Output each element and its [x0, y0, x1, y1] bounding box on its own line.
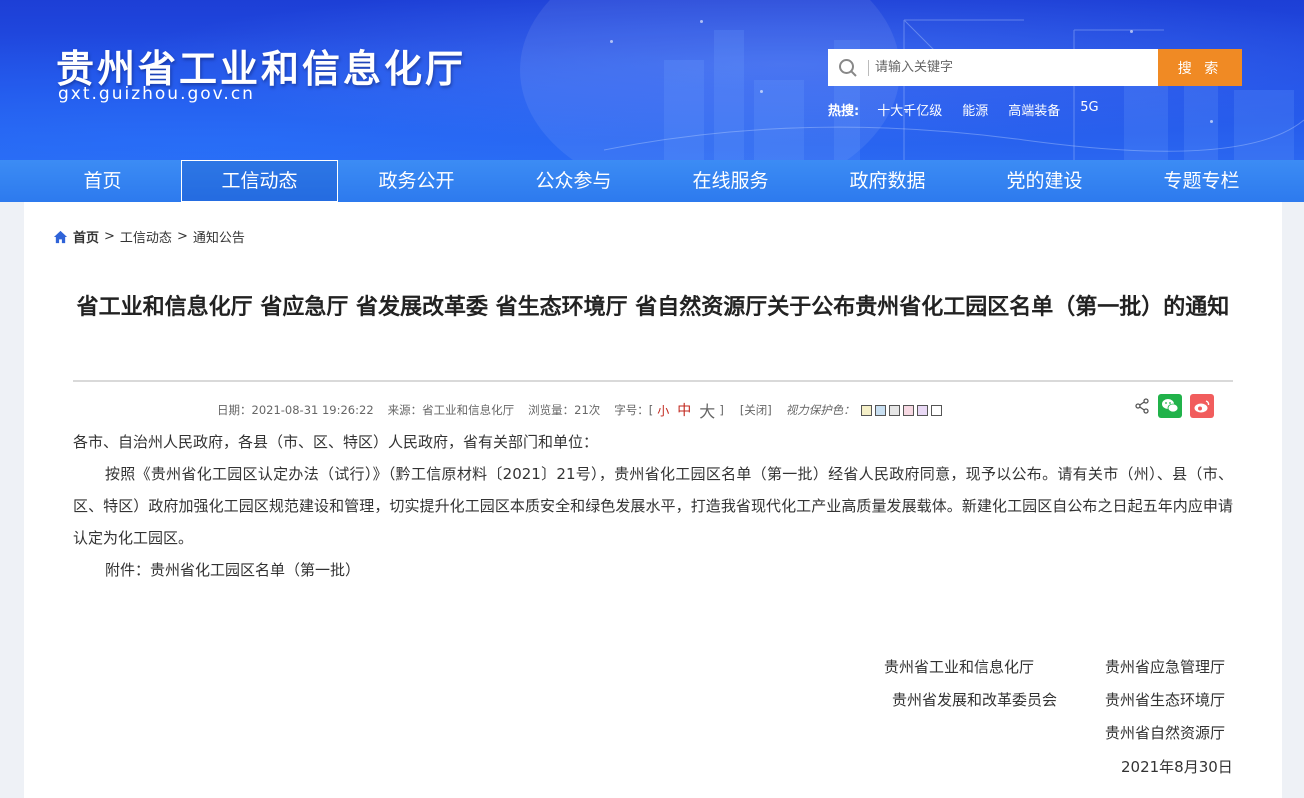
eye-care-swatch-blue[interactable] — [874, 404, 886, 416]
hot-search-label: 热搜: — [828, 104, 860, 119]
hot-search: 热搜: 十大千亿级 能源 高端装备 5G — [828, 100, 1099, 119]
font-size-label: 字号：[ — [614, 403, 654, 417]
eye-care-label: 视力保护色： — [785, 403, 855, 417]
close-window-link[interactable]: [关闭] — [740, 402, 772, 418]
font-size-medium[interactable]: 中 — [677, 400, 691, 420]
sparkle — [760, 90, 763, 93]
sparkle — [610, 40, 613, 43]
wechat-share-icon[interactable] — [1158, 394, 1182, 418]
publish-date: 日期：2021-08-31 19:26:22 — [217, 403, 374, 417]
share-icon[interactable] — [1134, 398, 1150, 414]
view-count: 浏览量：21次 — [528, 403, 601, 417]
article-meta: 日期：2021-08-31 19:26:22 来源：省工业和信息化厅 浏览量：2… — [217, 398, 945, 422]
breadcrumb-home[interactable]: 首页 — [73, 227, 99, 246]
eye-care-swatch-gray[interactable] — [888, 404, 900, 416]
hot-search-item[interactable]: 5G — [1080, 100, 1098, 119]
article-card: 首页 > 工信动态 > 通知公告 省工业和信息化厅 省应急厅 省发展改革委 省生… — [24, 202, 1282, 798]
sparkle — [1210, 120, 1213, 123]
eye-care-swatch-white[interactable] — [930, 404, 942, 416]
share-bar — [1134, 394, 1214, 418]
font-size-bracket: ] — [719, 403, 724, 417]
eye-care-swatch-yellow[interactable] — [860, 404, 872, 416]
nav-item-news[interactable]: 工信动态 — [181, 160, 338, 202]
nav-item-party-building[interactable]: 党的建设 — [966, 160, 1123, 202]
signature-natural-resources-dept: 贵州省自然资源厅 — [1105, 724, 1226, 742]
breadcrumb-separator: > — [176, 229, 188, 244]
nav-item-public-participation[interactable]: 公众参与 — [495, 160, 652, 202]
nav-item-government-affairs[interactable]: 政务公开 — [338, 160, 495, 202]
search-button[interactable]: 搜 索 — [1158, 49, 1242, 86]
nav-item-home[interactable]: 首页 — [24, 160, 181, 202]
nav-item-government-data[interactable]: 政府数据 — [809, 160, 966, 202]
hot-search-item[interactable]: 高端装备 — [1008, 100, 1060, 119]
salutation: 各市、自治州人民政府，各县（市、区、特区）人民政府，省有关部门和单位： — [73, 433, 599, 451]
breadcrumb-notices[interactable]: 通知公告 — [193, 227, 245, 246]
search-box — [828, 49, 1158, 86]
font-size-small[interactable]: 小 — [657, 402, 669, 419]
article-source: 来源：省工业和信息化厅 — [387, 403, 515, 417]
site-header: 贵州省工业和信息化厅 gxt.guizhou.gov.cn 搜 索 热搜: 十大… — [0, 0, 1304, 160]
signature-emergency-dept: 贵州省应急管理厅 — [1105, 658, 1226, 676]
font-size-large[interactable]: 大 — [699, 398, 715, 422]
weibo-share-icon[interactable] — [1190, 394, 1214, 418]
hot-search-item[interactable]: 能源 — [962, 100, 988, 119]
breadcrumb-news[interactable]: 工信动态 — [120, 227, 172, 246]
signature-development-reform: 贵州省发展和改革委员会 — [892, 691, 1058, 709]
search-icon[interactable] — [828, 49, 868, 86]
sparkle — [1130, 30, 1133, 33]
search-divider — [868, 59, 869, 76]
sparkle — [700, 20, 703, 23]
signature-ecology-dept: 贵州省生态环境厅 — [1105, 691, 1226, 709]
main-nav: 首页 工信动态 政务公开 公众参与 在线服务 政府数据 党的建设 专题专栏 — [0, 160, 1304, 202]
search-input[interactable] — [875, 50, 1158, 85]
nav-item-online-service[interactable]: 在线服务 — [652, 160, 809, 202]
eye-care-swatch-pink[interactable] — [902, 404, 914, 416]
hot-search-item[interactable]: 十大千亿级 — [877, 100, 942, 119]
signature-industry-it-dept: 贵州省工业和信息化厅 — [884, 658, 1035, 676]
nav-item-special-topics[interactable]: 专题专栏 — [1123, 160, 1280, 202]
breadcrumb: 首页 > 工信动态 > 通知公告 — [53, 227, 245, 246]
breadcrumb-separator: > — [104, 229, 115, 244]
signature-date: 2021年8月30日 — [1121, 758, 1233, 776]
site-domain: gxt.guizhou.gov.cn — [58, 84, 255, 104]
article-body: 各市、自治州人民政府，各县（市、区、特区）人民政府，省有关部门和单位： 按照《贵… — [73, 426, 1233, 586]
attachment-link[interactable]: 附件：贵州省化工园区名单（第一批） — [73, 554, 1233, 586]
title-divider — [73, 380, 1233, 382]
eye-care-swatch-purple[interactable] — [916, 404, 928, 416]
article-title: 省工业和信息化厅 省应急厅 省发展改革委 省生态环境厅 省自然资源厅关于公布贵州… — [76, 295, 1230, 320]
home-icon — [53, 230, 68, 243]
article-paragraph: 按照《贵州省化工园区认定办法（试行）》（黔工信原材料〔2021〕21号），贵州省… — [73, 465, 1233, 547]
